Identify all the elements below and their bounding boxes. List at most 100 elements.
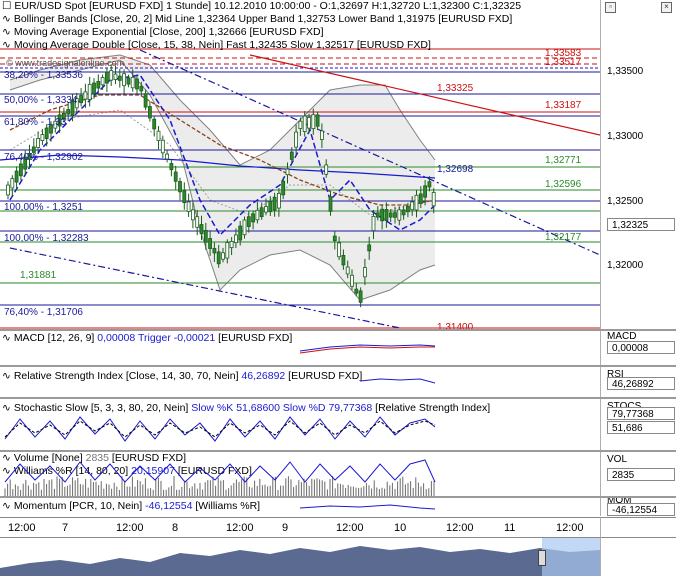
restore-icon[interactable]: ▫ — [605, 2, 616, 13]
candle-body — [113, 73, 118, 80]
candle-body — [238, 225, 243, 241]
candle-body — [311, 114, 316, 130]
level-label: 1,32771 — [545, 155, 582, 166]
candle-body — [375, 212, 380, 218]
time-tick: 8 — [172, 522, 179, 534]
momentum-axis: MOM -46,12554 — [600, 498, 676, 516]
candle-body — [160, 139, 165, 154]
candle-body — [190, 209, 195, 221]
candle-body — [6, 184, 10, 196]
candle-body — [350, 274, 354, 287]
bollinger-band-fill — [10, 55, 435, 300]
volume-pane[interactable]: ∿ Volume [None] 2835 [EURUSD FXD] ∿ Willia… — [0, 452, 600, 496]
candle-body — [92, 82, 96, 95]
candle-body — [302, 115, 307, 132]
legend-bollinger[interactable]: ∿ Bollinger Bands [Close, 20, 2] Mid Line… — [2, 13, 512, 26]
candle-body — [324, 164, 329, 175]
candle-body — [186, 201, 191, 212]
level-label: 1,32596 — [545, 179, 582, 190]
legend-dma[interactable]: ∿ Moving Average Double [Close, 15, 38, N… — [2, 39, 431, 52]
candle-body — [135, 78, 139, 90]
volume-value-box: 2835 — [607, 468, 675, 481]
volume-axis: VOL 2835 — [600, 452, 676, 496]
candle-body — [203, 230, 208, 243]
close-icon[interactable]: × — [661, 2, 672, 13]
candle-body — [294, 131, 299, 148]
navigator-svg — [0, 538, 600, 576]
stochastic-pane[interactable]: ∿ Stochastic Slow [5, 3, 3, 80, 20, Nein]… — [0, 399, 600, 450]
stochastic-value-box: 79,77368 — [607, 407, 675, 420]
candle-body — [122, 73, 126, 87]
candle-body — [79, 95, 83, 104]
candle-body — [212, 247, 217, 254]
candle-body — [195, 216, 200, 228]
price-tick: 1,33000 — [607, 131, 644, 142]
candle-body — [367, 244, 372, 252]
stochastic-svg — [4, 416, 436, 442]
candle-body — [298, 120, 303, 129]
time-tick: 12:00 — [336, 522, 364, 534]
candle-body — [414, 194, 419, 211]
candle-body — [423, 185, 428, 198]
rsi-axis: RSI 46,26892 — [600, 367, 676, 397]
candle-body — [418, 193, 423, 204]
candle-body — [281, 180, 286, 196]
candle-body — [109, 70, 114, 81]
candle-body — [173, 171, 178, 182]
legend-ema[interactable]: ∿ Moving Average Exponential [Close, 200]… — [2, 26, 324, 39]
candle-body — [319, 130, 324, 140]
time-axis[interactable]: 12:00 7 12:00 8 12:00 9 12:00 10 12:00 1… — [0, 517, 600, 538]
time-tick: 11 — [504, 522, 516, 534]
candle-body — [410, 201, 415, 211]
navigator-bar[interactable] — [0, 537, 600, 576]
time-tick: 7 — [62, 522, 69, 534]
level-label: 1,32177 — [545, 232, 582, 243]
stochastic-axis: STOCS 79,77368 51,686 — [600, 399, 676, 450]
time-tick: 9 — [282, 522, 289, 534]
candle-body — [388, 212, 393, 218]
candle-body — [307, 117, 311, 129]
candle-body — [341, 254, 346, 266]
candle-body — [169, 163, 174, 171]
time-tick: 12:00 — [226, 522, 254, 534]
chart-title: ☐ EUR/USD Spot [EURUSD FXD] 1 Stunde] 10.… — [2, 0, 522, 12]
time-tick: 12:00 — [446, 522, 474, 534]
price-chart-pane[interactable]: ☐ EUR/USD Spot [EURUSD FXD] 1 Stunde] 10.… — [0, 0, 600, 330]
candle-body — [251, 213, 256, 223]
candle-body — [44, 127, 49, 139]
candle-body — [139, 85, 144, 92]
macd-svg — [299, 344, 436, 354]
price-tick: 1,32500 — [607, 196, 644, 207]
time-tick: 12:00 — [556, 522, 584, 534]
price-tick: 1,33500 — [607, 66, 644, 77]
price-axis[interactable]: ▫ × 1,33500 1,33000 1,32500 1,32000 1,32… — [600, 0, 676, 330]
momentum-pane[interactable]: ∿ Momentum [PCR, 10, Nein] -46,12554 [Wil… — [0, 498, 600, 516]
rsi-pane[interactable]: ∿ Relative Strength Index [Close, 14, 30,… — [0, 367, 600, 397]
candle-body — [100, 77, 105, 86]
fib-label: 50,00% - 1,3334 — [4, 95, 78, 106]
candle-body — [87, 83, 92, 100]
time-tick: 12:00 — [116, 522, 144, 534]
candle-body — [225, 242, 230, 259]
candle-body — [126, 77, 131, 85]
candle-body — [182, 190, 187, 204]
candle-body — [264, 206, 268, 213]
candle-body — [337, 242, 342, 258]
candle-body — [10, 178, 15, 189]
candle-body — [289, 151, 294, 160]
candle-body — [246, 216, 251, 227]
candle-body — [362, 267, 367, 278]
candle-body — [276, 193, 281, 209]
candle-body — [147, 106, 152, 119]
macd-pane[interactable]: ∿ MACD [12, 26, 9] 0,00008 Trigger -0,000… — [0, 331, 600, 366]
candle-body — [405, 205, 410, 213]
fib-label: 100,00% - 1,3251 — [4, 202, 83, 213]
rsi-value-box: 46,26892 — [607, 377, 675, 390]
candle-body — [156, 130, 161, 141]
volume-svg — [4, 459, 436, 496]
navigator-handle-icon[interactable] — [538, 550, 546, 566]
candle-body — [268, 200, 273, 213]
candle-body — [427, 181, 432, 188]
current-price-box: 1,32325 — [607, 218, 675, 231]
level-label: 1,33517 — [545, 57, 582, 68]
